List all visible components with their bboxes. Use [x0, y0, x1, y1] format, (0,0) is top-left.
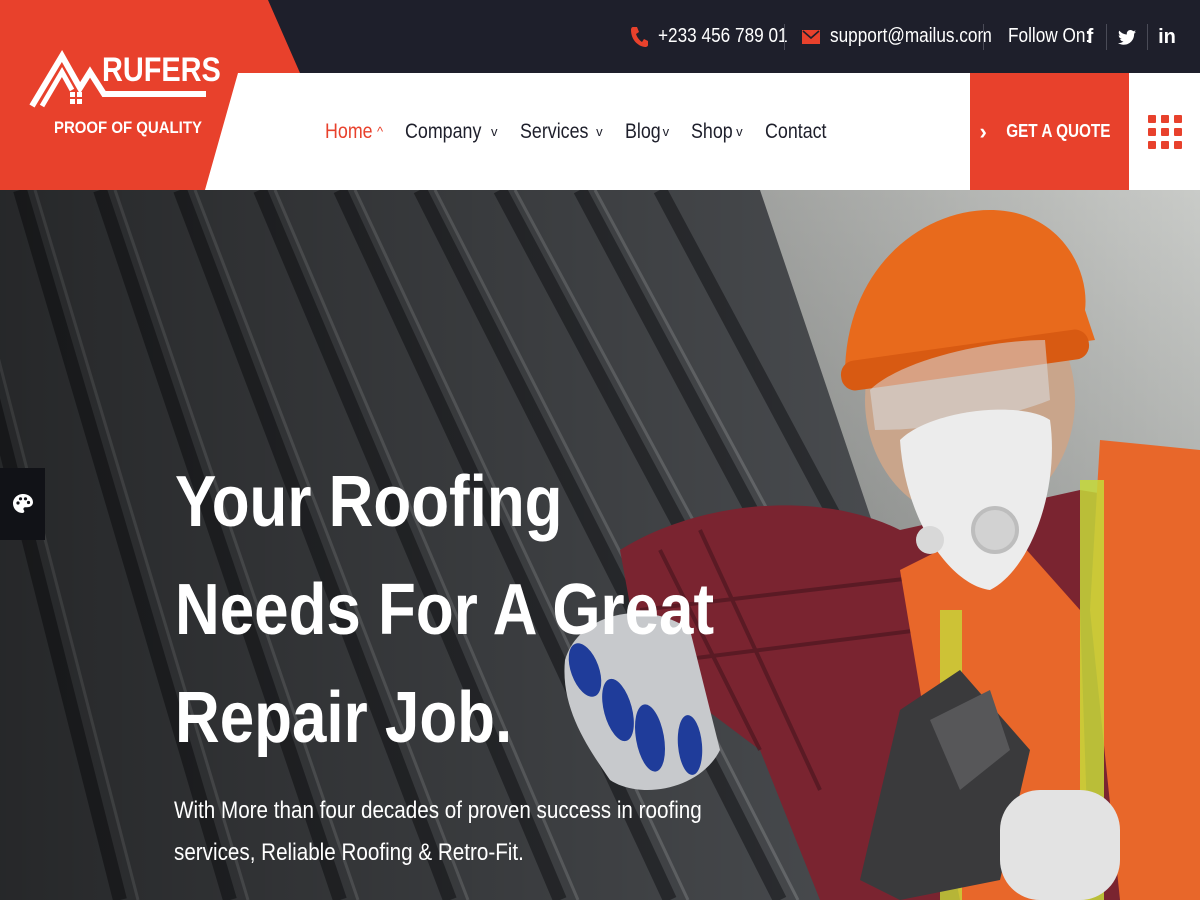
brand-name: RUFERS: [102, 51, 221, 89]
twitter-icon[interactable]: [1117, 24, 1137, 50]
hero-subtitle: With More than four decades of proven su…: [174, 797, 702, 866]
nav-shop[interactable]: Shop v: [691, 120, 743, 144]
divider: [784, 24, 785, 50]
get-a-quote-button[interactable]: › GET A QUOTE: [970, 73, 1129, 190]
chevron-down-icon: v: [491, 124, 498, 139]
nav-home[interactable]: Home ^: [325, 120, 383, 144]
nav-services[interactable]: Services v: [520, 120, 603, 144]
main-nav: Home ^ Company v Services v Blog v Shop v Con…: [325, 73, 859, 190]
brand-tagline: PROOF OF QUALITY: [54, 118, 202, 137]
phone-contact[interactable]: +233 456 789 01: [630, 0, 809, 73]
hero-section: Your Roofing Needs For A Great Repair Jo…: [0, 190, 1200, 900]
nav-company[interactable]: Company v: [405, 120, 497, 144]
phone-icon: [630, 26, 648, 48]
phone-number: +233 456 789 01: [658, 25, 788, 47]
chevron-down-icon: v: [596, 124, 603, 139]
chevron-down-icon: v: [736, 124, 743, 139]
nav-blog[interactable]: Blog v: [625, 120, 670, 144]
site-logo[interactable]: RUFERS PROOF OF QUALITY: [28, 50, 228, 150]
chevron-right-icon: ›: [979, 118, 987, 144]
email-address: support@mailus.com: [830, 25, 992, 47]
nav-contact[interactable]: Contact: [765, 120, 837, 144]
facebook-icon[interactable]: f: [1080, 24, 1100, 50]
hero-title: Your Roofing Needs For A Great Repair Jo…: [175, 462, 715, 758]
mail-icon: [802, 29, 820, 45]
divider: [1147, 24, 1148, 50]
linkedin-icon[interactable]: in: [1157, 24, 1177, 50]
divider: [1106, 24, 1107, 50]
chevron-up-icon: ^: [377, 124, 384, 139]
grid-menu-icon[interactable]: [1129, 73, 1200, 190]
email-contact[interactable]: support@mailus.com: [802, 0, 1018, 73]
chevron-down-icon: v: [662, 124, 670, 139]
divider: [983, 24, 984, 50]
palette-icon[interactable]: [0, 468, 45, 540]
